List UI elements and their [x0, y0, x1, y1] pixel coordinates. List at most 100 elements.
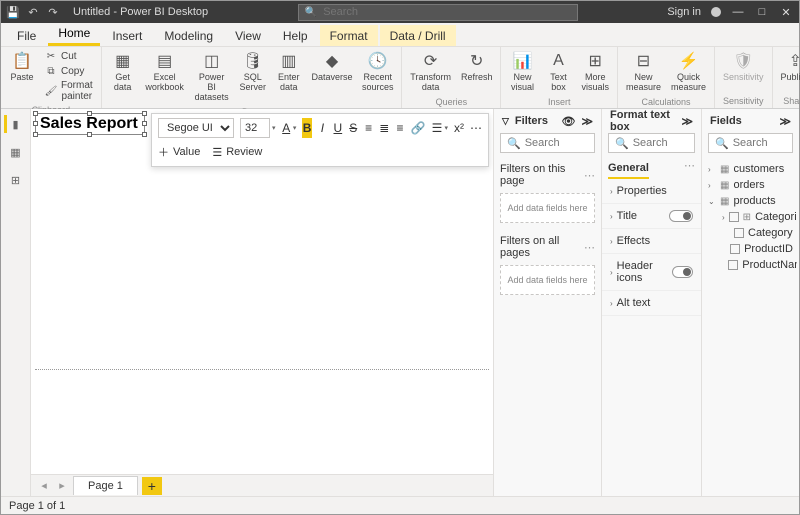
format-tab-general[interactable]: General — [608, 159, 649, 179]
resize-handle[interactable] — [87, 132, 92, 137]
paste-button[interactable]: 📋Paste — [7, 49, 37, 85]
list-button[interactable]: ☰ — [432, 118, 443, 138]
resize-handle[interactable] — [142, 132, 147, 137]
cut-button[interactable]: ✂Cut — [43, 49, 95, 63]
italic-button[interactable]: I — [318, 118, 327, 138]
global-search[interactable]: 🔍 — [298, 4, 578, 21]
page-next-icon[interactable]: ▸ — [55, 479, 69, 492]
publish-button[interactable]: ⇪Publish — [779, 49, 800, 85]
font-family-select[interactable]: Segoe UI — [158, 118, 234, 138]
filters-all-drop[interactable]: Add data fields here — [500, 265, 595, 295]
align-right-button[interactable]: ≡ — [395, 118, 404, 138]
collapse-icon[interactable]: ≫ — [581, 115, 593, 128]
save-icon[interactable]: 💾 — [7, 6, 19, 18]
page-prev-icon[interactable]: ◂ — [37, 479, 51, 492]
more-visuals-button[interactable]: ⊞More visuals — [579, 49, 611, 95]
tab-format[interactable]: Format — [320, 25, 378, 46]
dataverse-button[interactable]: ◆Dataverse — [310, 49, 354, 85]
font-color-button[interactable]: A — [282, 118, 291, 138]
resize-handle[interactable] — [33, 121, 38, 126]
report-view-icon[interactable]: ▮ — [4, 115, 25, 133]
refresh-button[interactable]: ↻Refresh — [459, 49, 495, 85]
chevron-down-icon[interactable]: ▾ — [272, 124, 276, 132]
maximize-icon[interactable]: □ — [755, 6, 769, 18]
link-button[interactable]: 🔗 — [411, 118, 426, 138]
eye-icon[interactable]: 👁 — [562, 115, 576, 128]
more-button[interactable]: ⋯ — [470, 118, 482, 138]
data-view-icon[interactable]: ▦ — [7, 143, 25, 161]
resize-handle[interactable] — [33, 132, 38, 137]
undo-icon[interactable]: ↶ — [27, 6, 39, 18]
superscript-button[interactable]: x² — [454, 118, 464, 138]
checkbox[interactable] — [728, 260, 738, 270]
format-search[interactable]: 🔍 — [608, 133, 695, 153]
table-node-products[interactable]: ⌄▦products — [704, 193, 797, 209]
tab-modeling[interactable]: Modeling — [154, 25, 223, 46]
field-category[interactable]: Category — [704, 225, 797, 241]
redo-icon[interactable]: ↷ — [47, 6, 59, 18]
bold-button[interactable]: B — [302, 118, 311, 138]
chevron-down-icon[interactable]: ▾ — [293, 124, 297, 132]
get-data-button[interactable]: ▦Get data — [108, 49, 138, 95]
resize-handle[interactable] — [142, 121, 147, 126]
fields-search[interactable]: 🔍 — [708, 133, 793, 153]
format-section-properties[interactable]: ›Properties — [602, 179, 701, 204]
format-section-effects[interactable]: ›Effects — [602, 229, 701, 254]
underline-button[interactable]: U — [333, 118, 342, 138]
more-icon[interactable]: ⋯ — [684, 159, 695, 179]
field-categorized[interactable]: ›⊞Categorized Pro... — [704, 209, 797, 225]
chevron-down-icon[interactable]: ▾ — [444, 124, 448, 132]
strike-button[interactable]: S — [349, 118, 358, 138]
fields-search-input[interactable] — [733, 137, 800, 149]
field-productname[interactable]: ProductName — [704, 257, 797, 273]
table-node-orders[interactable]: ›▦orders — [704, 177, 797, 193]
filters-page-drop[interactable]: Add data fields here — [500, 193, 595, 223]
global-search-input[interactable] — [323, 6, 571, 18]
transform-button[interactable]: ⟳Transform data — [408, 49, 453, 95]
title-toggle[interactable] — [669, 210, 693, 222]
checkbox[interactable] — [730, 244, 740, 254]
recent-sources-button[interactable]: 🕓Recent sources — [360, 49, 395, 95]
tab-insert[interactable]: Insert — [102, 25, 152, 46]
chevron-icon[interactable]: ▽ — [502, 116, 509, 127]
more-icon[interactable]: ⋯ — [584, 241, 595, 254]
signin-link[interactable]: Sign in — [667, 6, 701, 18]
tab-view[interactable]: View — [225, 25, 271, 46]
add-page-button[interactable]: + — [142, 477, 162, 495]
model-view-icon[interactable]: ⊞ — [7, 171, 25, 189]
format-section-alt[interactable]: ›Alt text — [602, 291, 701, 316]
sql-button[interactable]: 🛢SQL Server — [238, 49, 268, 95]
more-icon[interactable]: ⋯ — [584, 169, 595, 182]
tab-home[interactable]: Home — [48, 22, 100, 46]
collapse-icon[interactable]: ≫ — [681, 115, 693, 128]
new-visual-button[interactable]: 📊New visual — [507, 49, 537, 95]
header-toggle[interactable] — [672, 266, 693, 278]
filters-search[interactable]: 🔍 — [500, 133, 595, 153]
excel-button[interactable]: ▤Excel workbook — [144, 49, 186, 95]
format-section-title[interactable]: ›Title — [602, 204, 701, 229]
page-tab-1[interactable]: Page 1 — [73, 476, 138, 495]
textbox-content[interactable]: Sales Report — [40, 115, 138, 133]
resize-handle[interactable] — [142, 111, 147, 116]
align-center-button[interactable]: ≣ — [379, 118, 389, 138]
checkbox[interactable] — [734, 228, 744, 238]
field-productid[interactable]: ProductID — [704, 241, 797, 257]
collapse-icon[interactable]: ≫ — [779, 115, 791, 128]
tab-datadrill[interactable]: Data / Drill — [380, 25, 456, 46]
format-painter-button[interactable]: 🖌Format painter — [43, 79, 95, 103]
minimize-icon[interactable]: — — [731, 6, 745, 18]
resize-handle[interactable] — [87, 111, 92, 116]
resize-handle[interactable] — [33, 111, 38, 116]
review-button[interactable]: ☰Review — [212, 146, 262, 159]
text-box-button[interactable]: AText box — [543, 49, 573, 95]
tab-file[interactable]: File — [7, 25, 46, 46]
tab-help[interactable]: Help — [273, 25, 318, 46]
copy-button[interactable]: ⧉Copy — [43, 64, 95, 78]
enter-data-button[interactable]: ▥Enter data — [274, 49, 304, 95]
pbi-datasets-button[interactable]: ◫Power BI datasets — [192, 49, 232, 105]
textbox-visual[interactable]: Sales Report — [35, 113, 145, 135]
quick-measure-button[interactable]: ⚡Quick measure — [669, 49, 708, 95]
checkbox[interactable] — [729, 212, 739, 222]
align-left-button[interactable]: ≡ — [364, 118, 373, 138]
table-node-customers[interactable]: ›▦customers — [704, 161, 797, 177]
